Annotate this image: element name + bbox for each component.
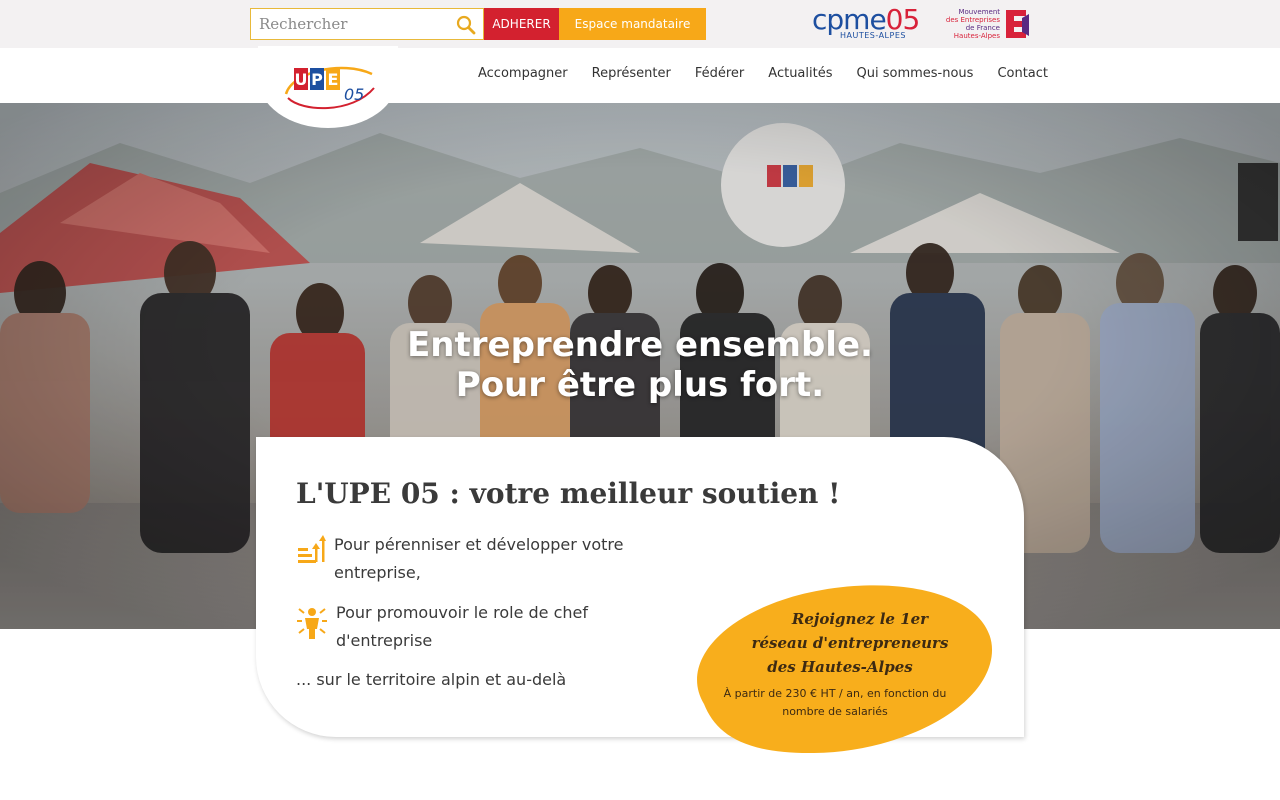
nav-accompagner[interactable]: Accompagner — [466, 66, 580, 81]
espace-mandataire-button[interactable]: Espace mandataire — [559, 8, 706, 40]
benefit-row-2: Pour promouvoir le role de chef d'entrep… — [296, 599, 636, 655]
nav-representer[interactable]: Représenter — [580, 66, 683, 81]
logo-number: 05 — [344, 85, 364, 104]
join-price: À partir de 230 € HT / an, en fonction d… — [723, 687, 947, 718]
nav-actualites[interactable]: Actualités — [756, 66, 844, 81]
cpme-logo-sub: HAUTES-ALPES — [840, 31, 906, 40]
card-title: L'UPE 05 : votre meilleur soutien ! — [296, 477, 841, 510]
nav-contact[interactable]: Contact — [985, 66, 1060, 81]
main-nav: Accompagner Représenter Fédérer Actualit… — [466, 66, 1060, 81]
hero-title: Entreprendre ensemble. Pour être plus fo… — [0, 325, 1280, 405]
benefit-text-2: Pour promouvoir le role de chef d'entrep… — [336, 603, 588, 650]
benefit-text-1: Pour pérenniser et développer votre entr… — [334, 535, 624, 582]
medef-logo[interactable]: Mouvement des Entreprises de France Haut… — [942, 6, 1032, 42]
leader-icon — [297, 608, 327, 639]
cpme-logo[interactable]: cpme05 HAUTES-ALPES — [812, 3, 928, 42]
hero-title-line2: Pour être plus fort. — [455, 365, 825, 405]
hero-title-line1: Entreprendre ensemble. — [407, 325, 873, 365]
search-input[interactable] — [251, 9, 451, 39]
upe05-logo[interactable]: U P E 05 — [282, 60, 378, 116]
growth-arrows-icon — [298, 535, 326, 563]
join-headline: Rejoignez le 1er réseau d'entrepreneurs … — [751, 610, 949, 676]
benefit-row-1: Pour pérenniser et développer votre entr… — [296, 531, 634, 587]
search-icon[interactable] — [455, 14, 477, 36]
nav-qui-sommes-nous[interactable]: Qui sommes-nous — [845, 66, 986, 81]
nav-federer[interactable]: Fédérer — [683, 66, 756, 81]
join-text[interactable]: Rejoignez le 1er réseau d'entrepreneurs … — [700, 607, 980, 721]
logo-letter-u: U — [295, 70, 308, 89]
adherer-button[interactable]: ADHERER — [484, 8, 559, 40]
territoire-text: ... sur le territoire alpin et au-delà — [296, 670, 567, 689]
medef-e-mark — [1006, 10, 1029, 38]
logo-letter-p: P — [311, 70, 323, 89]
medef-logo-text: Mouvement des Entreprises de France Haut… — [945, 8, 1000, 40]
search-box — [250, 8, 484, 40]
top-utility-bar: ADHERER Espace mandataire cpme05 HAUTES-… — [0, 0, 1280, 48]
logo-letter-e: E — [328, 70, 339, 89]
